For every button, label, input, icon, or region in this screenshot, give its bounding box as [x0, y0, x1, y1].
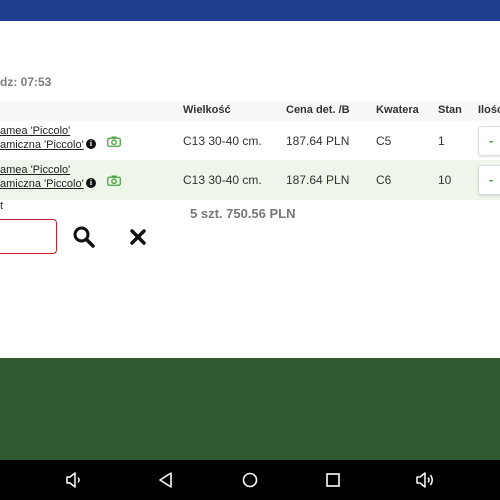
decrement-button[interactable]: -: [489, 172, 493, 187]
search-icon[interactable]: [72, 225, 96, 249]
column-header-quarter: Kwatera: [376, 104, 419, 116]
decrement-button[interactable]: -: [489, 133, 493, 148]
product-name-link[interactable]: amiczna 'Piccolo': [0, 178, 84, 190]
close-icon[interactable]: [128, 225, 148, 249]
column-header-quantity: Ilość: [478, 104, 500, 116]
volume-up-icon[interactable]: [415, 470, 435, 490]
footer-label-fragment: t: [0, 200, 4, 212]
camera-icon[interactable]: [107, 136, 121, 147]
stock-cell: 1: [438, 134, 445, 148]
product-name-link[interactable]: amea 'Piccolo': [0, 125, 70, 137]
column-header-size: Wielkość: [183, 104, 231, 116]
recents-icon[interactable]: [323, 470, 343, 490]
column-header-price: Cena det. /B: [286, 104, 350, 116]
table-header: Wielkość Cena det. /B Kwatera Stan Ilość: [0, 101, 500, 121]
volume-down-icon[interactable]: [64, 470, 84, 490]
info-icon[interactable]: i: [86, 178, 96, 188]
order-summary: 5 szt. 750.56 PLN: [190, 206, 296, 221]
table-row: amea 'Piccolo' amiczna 'Piccolo' i C13 3…: [0, 121, 500, 161]
quantity-stepper[interactable]: -: [478, 126, 500, 156]
price-cell: 187.64 PLN: [286, 173, 350, 187]
price-cell: 187.64 PLN: [286, 134, 350, 148]
product-name-link[interactable]: amea 'Piccolo': [0, 164, 70, 176]
column-header-stock: Stan: [438, 104, 462, 116]
quantity-stepper[interactable]: -: [478, 165, 500, 195]
camera-icon[interactable]: [107, 175, 121, 186]
size-cell: C13 30-40 cm.: [183, 134, 262, 148]
order-panel: dz: 07:53 Wielkość Cena det. /B Kwatera …: [0, 21, 500, 358]
background-band: [0, 358, 500, 460]
quarter-cell: C6: [376, 173, 392, 187]
info-icon[interactable]: i: [86, 139, 96, 149]
stock-cell: 10: [438, 173, 452, 187]
size-cell: C13 30-40 cm.: [183, 173, 262, 187]
product-name-link[interactable]: amiczna 'Piccolo': [0, 139, 84, 151]
home-icon[interactable]: [240, 470, 260, 490]
app-top-bar: [0, 0, 500, 21]
search-input[interactable]: [0, 219, 57, 254]
system-nav-bar: [0, 460, 500, 500]
quarter-cell: C5: [376, 134, 392, 148]
table-row: amea 'Piccolo' amiczna 'Piccolo' i C13 3…: [0, 160, 500, 200]
time-label: dz: 07:53: [0, 75, 52, 89]
back-icon[interactable]: [156, 470, 176, 490]
